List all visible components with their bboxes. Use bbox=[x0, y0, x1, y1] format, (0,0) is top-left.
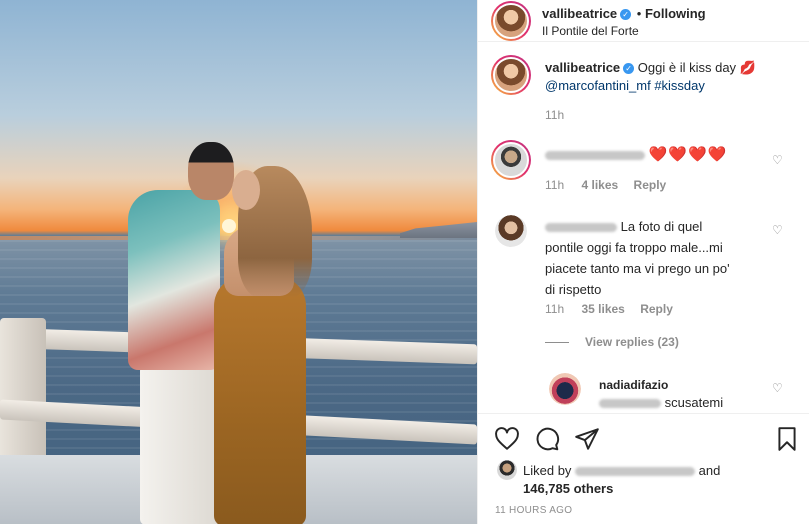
comment-meta: 11h 4 likes Reply bbox=[545, 178, 666, 192]
comment-text-line1: La foto di quel bbox=[620, 219, 703, 234]
woman-face bbox=[232, 170, 260, 210]
post-sidebar: vallibeatrice ✓ • Following Il Pontile de… bbox=[477, 0, 809, 524]
caption-hashtag[interactable]: #kissday bbox=[654, 78, 705, 93]
comment-likes[interactable]: 4 likes bbox=[581, 178, 618, 192]
comment-time[interactable]: 11h bbox=[545, 178, 564, 192]
heart-icon[interactable]: ♡ bbox=[772, 154, 784, 166]
heart-icon[interactable]: ♡ bbox=[772, 224, 784, 236]
replies-divider bbox=[545, 342, 569, 343]
railing-post bbox=[0, 318, 46, 478]
comment-avatar[interactable] bbox=[495, 215, 527, 247]
comment-avatar[interactable] bbox=[491, 140, 531, 180]
author-username[interactable]: vallibeatrice bbox=[542, 6, 617, 21]
obscured-mention[interactable] bbox=[599, 399, 661, 409]
view-replies-button[interactable]: View replies (23) bbox=[585, 335, 679, 349]
post-timestamp[interactable]: 11 HOURS AGO bbox=[495, 505, 572, 516]
post-actions: Liked by and 146,785 others 11 HOURS AGO bbox=[478, 413, 809, 524]
obscured-liker[interactable] bbox=[575, 467, 696, 477]
bookmark-icon[interactable] bbox=[774, 426, 800, 452]
post-location[interactable]: Il Pontile del Forte bbox=[542, 24, 639, 38]
liked-by-label: Liked by bbox=[523, 463, 572, 478]
kiss-emoji: 💋 bbox=[739, 60, 756, 75]
caption-username[interactable]: vallibeatrice bbox=[545, 60, 620, 75]
post-header: vallibeatrice ✓ • Following Il Pontile de… bbox=[478, 0, 809, 42]
verified-icon: ✓ bbox=[623, 63, 635, 74]
heart-icon[interactable] bbox=[494, 426, 520, 452]
heart-icon[interactable]: ♡ bbox=[772, 382, 784, 394]
caption-mention[interactable]: @marcofantini_mf bbox=[545, 78, 651, 93]
comment-1: ❤️❤️❤️❤️ bbox=[545, 146, 727, 164]
obscured-username[interactable] bbox=[545, 223, 617, 233]
author-avatar[interactable] bbox=[491, 1, 531, 41]
comment-icon[interactable] bbox=[534, 426, 560, 452]
comment-2: La foto di quel pontile oggi fa troppo m… bbox=[545, 216, 735, 300]
verified-icon: ✓ bbox=[620, 9, 632, 20]
liker-avatar[interactable] bbox=[497, 460, 517, 480]
post-photo[interactable] bbox=[0, 0, 477, 524]
comment-time[interactable]: 11h bbox=[545, 302, 564, 316]
comment-3: nadiadifazio scusatemi bbox=[599, 376, 723, 412]
caption: vallibeatrice ✓ Oggi è il kiss day 💋 @mar… bbox=[545, 59, 795, 95]
woman-dress bbox=[214, 276, 306, 524]
comment-meta: 11h 35 likes Reply bbox=[545, 302, 673, 316]
man-shirt bbox=[128, 190, 220, 370]
reply-username[interactable]: nadiadifazio bbox=[599, 378, 668, 392]
comment-text: ❤️❤️❤️❤️ bbox=[648, 146, 728, 163]
more-dot: • bbox=[636, 6, 642, 21]
man-trousers bbox=[140, 365, 222, 524]
obscured-username[interactable] bbox=[545, 151, 645, 161]
share-icon[interactable] bbox=[574, 426, 600, 452]
reply-avatar[interactable] bbox=[549, 373, 581, 405]
comment-text-rest: pontile oggi fa troppo male...mi piacete… bbox=[545, 240, 730, 297]
reply-button[interactable]: Reply bbox=[634, 178, 667, 192]
comment-likes[interactable]: 35 likes bbox=[581, 302, 624, 316]
following-button[interactable]: Following bbox=[645, 6, 706, 21]
caption-text: Oggi è il kiss day bbox=[637, 60, 737, 75]
caption-time[interactable]: 11h bbox=[545, 108, 564, 122]
comments-list: vallibeatrice ✓ Oggi è il kiss day 💋 @mar… bbox=[478, 43, 809, 413]
likes-summary: Liked by and 146,785 others bbox=[523, 462, 793, 498]
man-head bbox=[188, 142, 234, 200]
liked-by-and: and bbox=[698, 463, 721, 478]
comment-text: scusatemi bbox=[664, 395, 724, 410]
reply-button[interactable]: Reply bbox=[640, 302, 673, 316]
likes-count[interactable]: 146,785 others bbox=[523, 481, 613, 496]
caption-avatar[interactable] bbox=[491, 55, 531, 95]
distant-shore bbox=[400, 222, 477, 238]
